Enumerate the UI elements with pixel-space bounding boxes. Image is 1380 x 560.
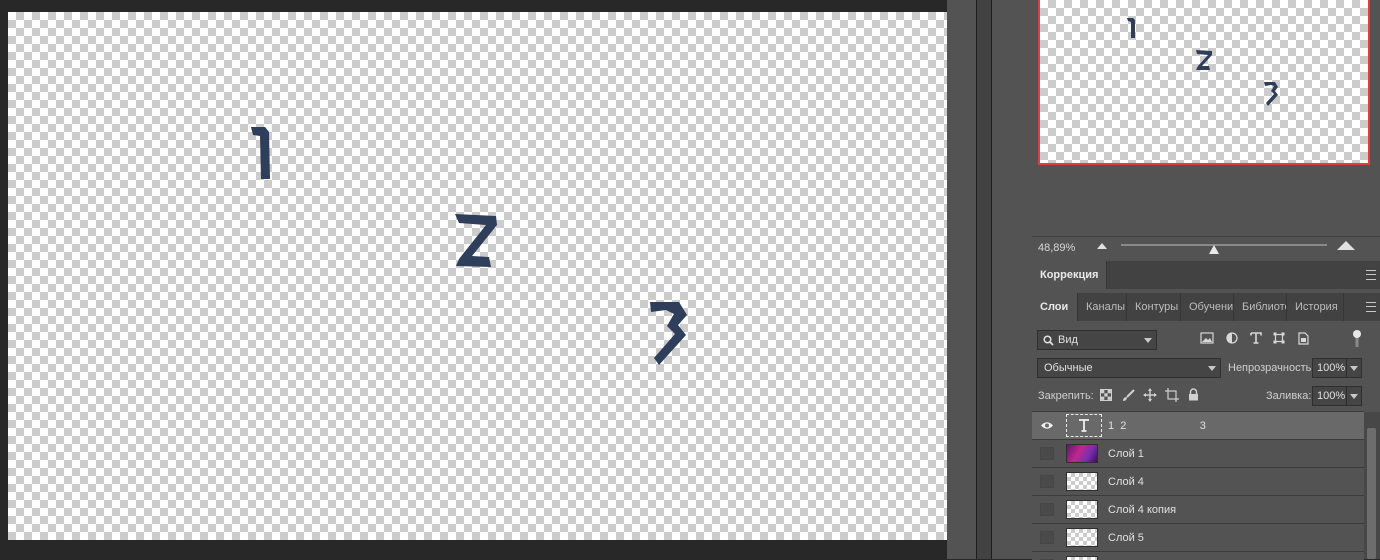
visibility-toggle[interactable] [1040,447,1054,460]
empty-layer-thumbnail[interactable] [1066,472,1098,491]
correction-panel-menu-icon[interactable] [1366,270,1376,280]
visibility-toggle[interactable] [1040,531,1054,544]
layers-scrollbar-thumb[interactable] [1367,428,1376,559]
zoom-value[interactable]: 48,89% [1038,242,1075,254]
digit-3-glyph [650,302,687,365]
fill-dropdown[interactable] [1346,386,1362,406]
right-panel-dock: 48,89% Коррекция Слои Каналы Контуры Обу… [1032,0,1380,560]
tab-correction[interactable]: Коррекция [1032,261,1107,289]
empty-layer-thumbnail[interactable] [1066,556,1098,560]
layer-name[interactable]: Слой 4 копия [1108,504,1176,516]
layer-row[interactable]: Слой 1 [1032,440,1364,468]
layer-row[interactable]: Слой 4 копия [1032,496,1364,524]
layer-name[interactable]: Слой 1 [1108,448,1144,460]
layer-row[interactable]: 1 2 3 [1032,412,1364,440]
document-canvas[interactable] [8,12,947,540]
correction-tabbar: Коррекция [1032,261,1380,289]
chevron-down-icon [1350,366,1358,371]
zoom-out-icon[interactable] [1096,242,1108,250]
preview-digit-1 [1127,18,1135,38]
chevron-down-icon [1208,366,1216,371]
zoom-in-icon[interactable] [1336,240,1356,251]
eye-icon[interactable] [1040,419,1054,432]
type-filter-icon[interactable] [1250,332,1262,344]
text-layer-thumbnail[interactable] [1066,414,1102,437]
layer-row[interactable]: Слой 4 [1032,468,1364,496]
filter-toggle-icon[interactable] [1352,328,1362,348]
workspace-scrollbar[interactable] [947,0,976,559]
preview-digit-2 [1196,50,1212,70]
opacity-dropdown[interactable] [1346,358,1362,378]
tab-paths[interactable]: Контуры [1127,293,1181,321]
layer-name[interactable]: Слой 4 [1108,476,1144,488]
collapsed-panel-strip [992,0,1032,559]
digit-1-shape [251,127,270,179]
lock-position-icon[interactable] [1143,388,1157,402]
navigator-preview[interactable] [1038,0,1370,165]
layer-name[interactable]: 1 2 3 [1108,420,1206,432]
search-icon [1043,335,1054,346]
navigator-panel [1032,0,1380,235]
blend-mode-dropdown[interactable]: Обычные [1037,358,1221,378]
digit-1-glyph [251,127,270,179]
layer-name[interactable]: Слой 5 [1108,532,1144,544]
layers-panel-menu-icon[interactable] [1366,302,1376,312]
zoom-slider-track[interactable] [1121,244,1327,246]
chevron-down-icon [1350,394,1358,399]
lock-pixels-icon[interactable] [1122,389,1135,402]
layers-tabbar: Слои Каналы Контуры Обучение Библиотеки … [1032,293,1380,321]
adjustment-filter-icon[interactable] [1226,332,1238,344]
lock-transparent-icon[interactable] [1100,389,1112,401]
tab-history[interactable]: История [1287,293,1344,321]
digit-3-shape [650,302,687,365]
zoom-slider-thumb[interactable] [1208,245,1219,254]
type-icon [1079,419,1089,432]
opacity-value: 100% [1317,362,1346,374]
preview-digit-3 [1264,82,1278,106]
layers-scrollbar[interactable] [1364,412,1380,559]
lock-artboard-icon[interactable] [1165,388,1179,402]
fill-value: 100% [1317,390,1346,402]
opacity-label: Непрозрачность: [1228,362,1315,374]
tab-layers[interactable]: Слои [1032,293,1078,321]
empty-layer-thumbnail[interactable] [1066,500,1098,519]
tab-learn[interactable]: Обучение [1181,293,1234,321]
fill-label: Заливка: [1266,390,1312,402]
image-filter-icon[interactable] [1200,332,1214,344]
filter-label: Вид [1058,334,1078,346]
visibility-toggle[interactable] [1040,503,1054,516]
visibility-toggle[interactable] [1040,475,1054,488]
digit-2-glyph [455,214,497,267]
smart-object-filter-icon[interactable] [1297,332,1309,345]
empty-layer-thumbnail[interactable] [1066,528,1098,547]
tab-channels[interactable]: Каналы [1078,293,1127,321]
blend-mode-value: Обычные [1044,362,1093,374]
chevron-down-icon [1144,338,1152,343]
tab-libraries[interactable]: Библиотеки [1234,293,1287,321]
layers-list: 1 2 3 Слой 1 Слой 4 Слой 4 копия Слой 5 [1032,411,1364,560]
document-workspace [0,0,976,559]
navigator-preview-art [1127,18,1278,106]
lock-label: Закрепить: [1038,390,1094,402]
digit-2-shape [455,214,497,267]
navigator-zoom-row: 48,89% [1032,236,1380,259]
image-layer-thumbnail[interactable] [1066,444,1098,463]
lock-all-icon[interactable] [1188,388,1199,401]
layer-row[interactable]: Слой 5 [1032,524,1364,552]
layer-filter-dropdown[interactable]: Вид [1037,330,1157,350]
shape-filter-icon[interactable] [1273,332,1285,344]
canvas-artwork [251,127,687,365]
